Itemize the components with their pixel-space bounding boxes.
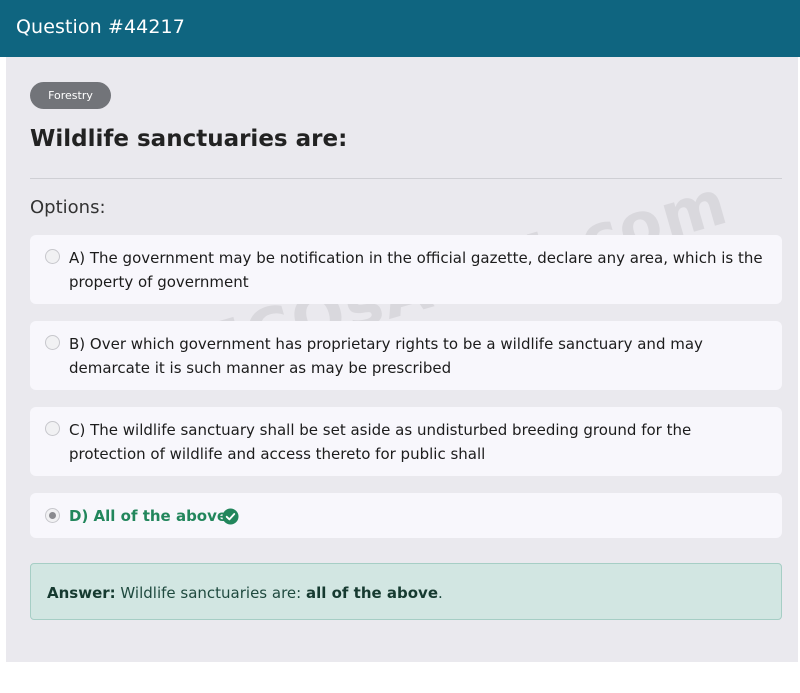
option-a-label: A) The government may be notification in… — [69, 249, 763, 291]
option-b-label: B) Over which government has proprietary… — [69, 335, 703, 377]
answer-body: Wildlife sanctuaries are: — [115, 584, 306, 602]
option-c[interactable]: C) The wildlife sanctuary shall be set a… — [30, 407, 782, 476]
answer-suffix: . — [438, 584, 443, 602]
check-circle-icon — [222, 508, 239, 525]
option-d-label: D) All of the above — [69, 507, 228, 525]
divider — [30, 178, 782, 179]
option-d-radio[interactable] — [45, 508, 60, 523]
answer-prefix: Answer: — [47, 584, 116, 602]
options-label: Options: — [30, 197, 106, 218]
question-title: Wildlife sanctuaries are: — [30, 126, 348, 152]
option-b[interactable]: B) Over which government has proprietary… — [30, 321, 782, 390]
option-d[interactable]: D) All of the above — [30, 493, 782, 538]
answer-text: Answer: Wildlife sanctuaries are: all of… — [47, 584, 443, 602]
header-bar: Question #44217 — [0, 0, 800, 57]
answer-emphasis: all of the above — [305, 584, 439, 602]
option-c-radio[interactable] — [45, 421, 60, 436]
option-c-label: C) The wildlife sanctuary shall be set a… — [69, 421, 692, 463]
question-number: Question #44217 — [16, 16, 185, 38]
question-card: MCQsAlert.com Forestry Wildlife sanctuar… — [6, 0, 798, 662]
option-b-radio[interactable] — [45, 335, 60, 350]
option-a-radio[interactable] — [45, 249, 60, 264]
option-a[interactable]: A) The government may be notification in… — [30, 235, 782, 304]
category-tag[interactable]: Forestry — [30, 82, 111, 109]
answer-box: Answer: Wildlife sanctuaries are: all of… — [30, 563, 782, 620]
